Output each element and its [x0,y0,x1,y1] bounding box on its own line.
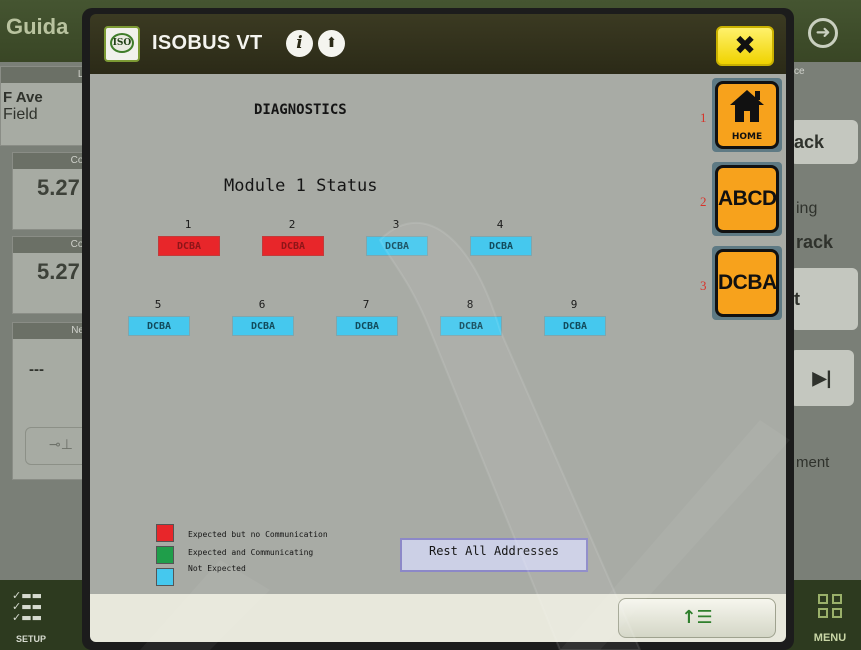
address-number: 5 [154,298,162,311]
legend-green-swatch [156,546,174,564]
bg-card-header: Cou [13,237,93,253]
checklist-icon: ✓▬▬ ✓▬▬ ✓▬▬ [12,589,43,624]
bg-setup-button: ✓▬▬ ✓▬▬ ✓▬▬ SETUP [6,586,56,646]
address-4-status: DCBA [470,236,532,256]
iso-logo-icon: ISO [104,26,140,62]
dialog-header: ISO ISOBUS VT i ⬆ ✖ [90,14,786,74]
abcd-softkey[interactable]: ABCD [712,162,782,236]
bg-right-button-1: ack [790,120,858,164]
screen-title: DIAGNOSTICS [254,102,347,118]
bg-location-card: Lo F Ave Field [0,66,94,146]
dialog-title: ISOBUS VT [152,32,263,54]
vt-screen: DIAGNOSTICS Module 1 Status 1 DCBA 2 DCB… [90,74,786,594]
menu-grid-icon [818,594,842,618]
address-number: 9 [570,298,578,311]
isobus-vt-dialog: ISO ISOBUS VT i ⬆ ✖ DIAGNOSTICS Module 1… [82,8,794,650]
dialog-footer: ↑☰ [90,594,786,642]
legend-cyan-swatch [156,568,174,586]
home-icon [730,90,764,122]
bg-card-value: --- [29,361,44,378]
dcba-softkey-face: DCBA [715,249,779,317]
bg-right-header: ce [794,66,805,77]
bg-card-line2: Field [3,106,38,123]
softkey-number: 3 [700,278,707,293]
info-icon[interactable]: i [286,30,313,57]
address-6-status: DCBA [232,316,294,336]
legend-text: Expected and Communicating [188,548,314,557]
bg-menu-button: MENU [805,586,855,646]
bg-setup-label: SETUP [15,634,46,644]
legend-red-swatch [156,524,174,542]
bg-menu-label: MENU [813,632,847,644]
alarm-list-button[interactable]: ↑☰ [618,598,776,638]
home-softkey-face: HOME [715,81,779,149]
bg-card-value: 5.27 [37,259,80,284]
bg-right-text-1: ing [796,200,818,217]
module-status-label: Module 1 Status [224,176,378,196]
address-number: 2 [288,218,296,231]
bg-card-value: 5.27 [37,175,80,200]
bg-right-text-3: ment [796,454,830,471]
close-button[interactable]: ✖ [716,26,774,66]
address-number: 7 [362,298,370,311]
bg-app-title: Guida [6,14,69,39]
address-number: 8 [466,298,474,311]
iso-logo-text: ISO [110,33,134,53]
address-3-status: DCBA [366,236,428,256]
dcba-softkey-label: DCBA [718,271,777,294]
address-2-status: DCBA [262,236,324,256]
abcd-softkey-face: ABCD [715,165,779,233]
bg-card-header: Lo [1,67,93,83]
bg-right-button-2: t [790,268,858,330]
address-number: 6 [258,298,266,311]
bg-card-header: Nex [13,323,93,339]
legend-text: Expected but no Communication [188,530,328,539]
reset-all-addresses-button[interactable]: Rest All Addresses [400,538,588,572]
softkey-number: 1 [700,110,707,125]
home-softkey-label: HOME [731,132,763,142]
info-detail-icon[interactable]: ⬆ [318,30,345,57]
address-number: 4 [496,218,504,231]
address-7-status: DCBA [336,316,398,336]
legend-text: Not Expected [188,564,246,573]
bg-next-arrow-icon: ➜ [808,18,838,48]
abcd-softkey-label: ABCD [718,187,777,210]
address-1-status: DCBA [158,236,220,256]
bg-right-text-2: rack [796,232,834,252]
address-9-status: DCBA [544,316,606,336]
address-number: 3 [392,218,400,231]
softkey-number: 2 [700,194,707,209]
bg-skip-icon: ▶| [790,350,854,406]
bg-card-line1: F Ave [3,89,43,106]
address-8-status: DCBA [440,316,502,336]
bg-card-header: Cou [13,153,93,169]
address-number: 1 [184,218,192,231]
address-5-status: DCBA [128,316,190,336]
diagnostics-canvas: DIAGNOSTICS Module 1 Status 1 DCBA 2 DCB… [96,80,694,590]
dcba-softkey[interactable]: DCBA [712,246,782,320]
home-softkey[interactable]: HOME [712,78,782,152]
softkey-column: 1 HOME 2 ABCD 3 DCBA [700,78,782,328]
